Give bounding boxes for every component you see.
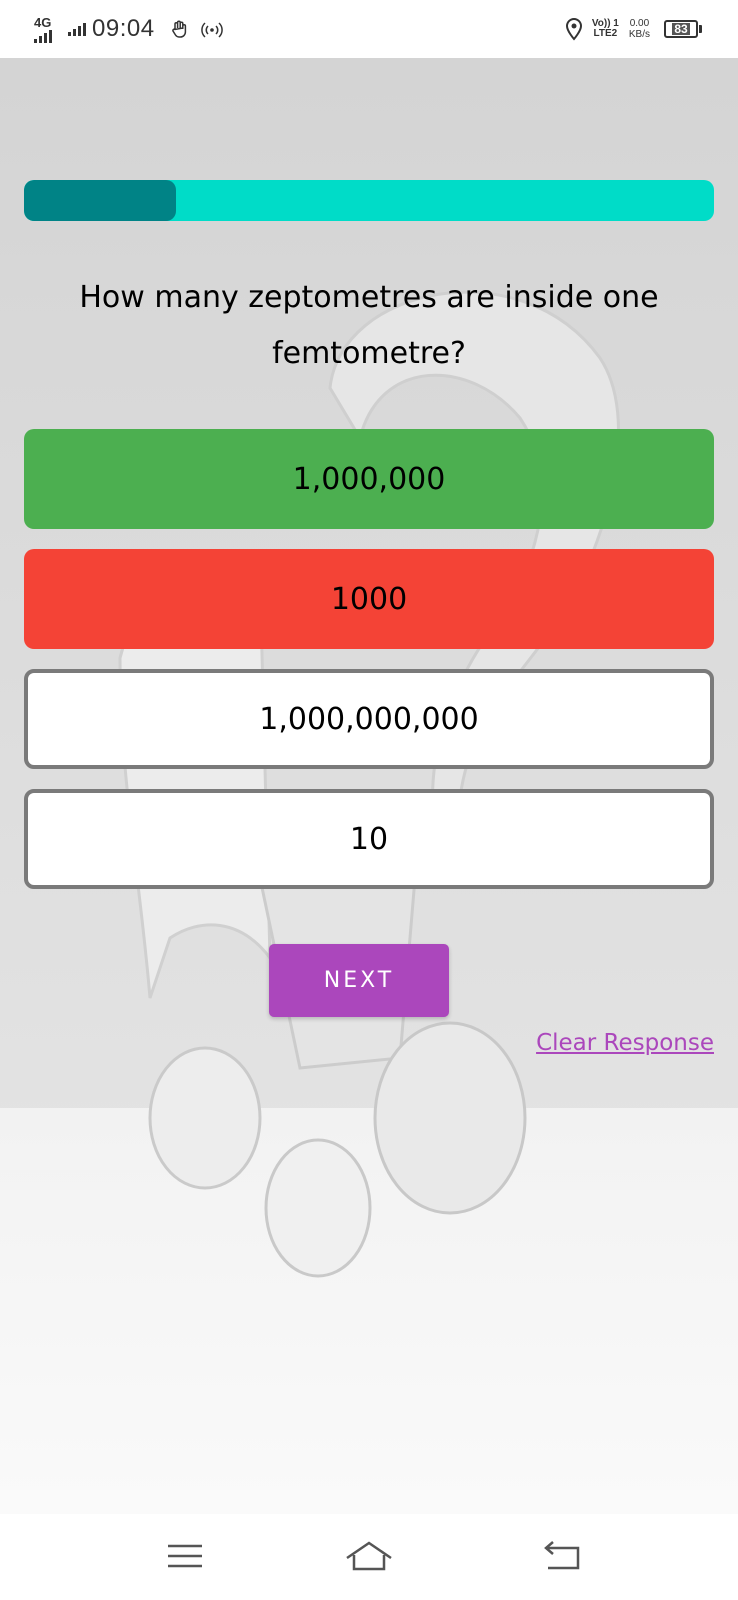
location-icon [565, 17, 582, 41]
menu-icon[interactable] [160, 1536, 210, 1576]
option-label: 1,000,000 [292, 461, 446, 497]
network-indicator: 4G [34, 16, 52, 43]
back-icon[interactable] [536, 1536, 586, 1576]
next-button[interactable]: NEXT [269, 944, 449, 1017]
quiz-progress-bar [24, 180, 714, 221]
status-time: 09:04 [92, 15, 155, 42]
status-left: 4G 09:04 [34, 12, 233, 46]
hotspot-icon [200, 22, 223, 38]
network-type: 4G [34, 14, 52, 30]
signal-icon [68, 22, 86, 36]
option-label: 1000 [330, 581, 408, 617]
volte-indicator: Vo)) 1 LTE2 [592, 19, 619, 39]
status-bar: 4G 09:04 Vo)) 1 LTE2 0.00 KB/s 83 [0, 0, 738, 58]
next-button-label: NEXT [323, 968, 395, 993]
answer-option[interactable]: 1,000,000,000 [24, 669, 714, 769]
speed-unit: KB/s [628, 29, 650, 40]
clear-response-link[interactable]: Clear Response [536, 1030, 714, 1056]
navigation-bar [0, 1514, 738, 1600]
quiz-progress-fill [24, 180, 176, 221]
battery-level: 83 [672, 22, 690, 36]
volte-line2: LTE2 [593, 28, 618, 39]
status-right: Vo)) 1 LTE2 0.00 KB/s 83 [564, 12, 702, 46]
answer-option-wrong[interactable]: 1000 [24, 549, 714, 649]
battery-icon: 83 [664, 20, 702, 38]
signal-icon [34, 29, 52, 43]
answer-option[interactable]: 10 [24, 789, 714, 889]
home-icon[interactable] [344, 1536, 394, 1576]
answer-option-correct[interactable]: 1,000,000 [24, 429, 714, 529]
speed-value: 0.00 [629, 18, 650, 29]
option-label: 10 [349, 821, 389, 857]
question-text: How many zeptometres are inside one femt… [79, 280, 659, 371]
network-speed: 0.00 KB/s [629, 18, 650, 40]
option-label: 1,000,000,000 [259, 701, 479, 737]
hand-icon [171, 20, 186, 38]
